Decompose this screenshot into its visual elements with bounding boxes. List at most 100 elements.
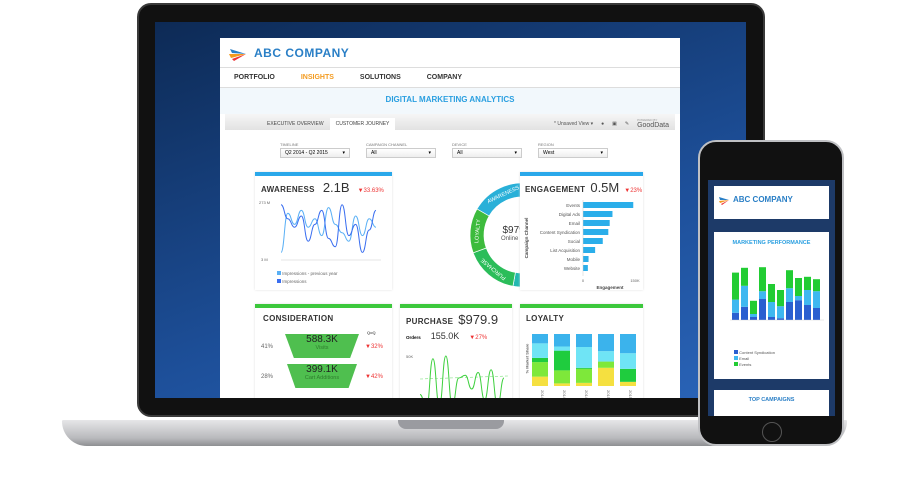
legend-item[interactable]: Impressions - previous year xyxy=(277,270,338,278)
x-tick: 2015 xyxy=(628,390,633,398)
stack-segment xyxy=(532,376,548,386)
tab-customer-journey[interactable]: CUSTOMER JOURNEY xyxy=(329,118,396,130)
engagement-card: ENGAGEMENT 0.5M ▼23% Events Digital Ads Em… xyxy=(520,172,643,290)
phone-header: ABC COMPANY xyxy=(714,186,829,219)
engagement-value: 0.5M xyxy=(590,180,620,195)
stack-segment xyxy=(795,300,802,320)
stack-segment xyxy=(620,368,636,382)
x-tick: 2014 xyxy=(584,390,589,398)
phone-company-name[interactable]: ABC COMPANY xyxy=(733,195,793,204)
laptop-screen: ABC COMPANY PORTFOLIO INSIGHTS SOLUTIONS… xyxy=(155,22,746,398)
gooddata-logo: POWERED BY GoodData xyxy=(637,118,669,129)
legend-item[interactable]: Events xyxy=(734,362,775,368)
filter-select[interactable]: West ▾ xyxy=(538,148,608,158)
phone-frame: ABC COMPANY MARKETING PERFORMANCE Conten… xyxy=(698,140,844,446)
edit-icon[interactable]: ✎ xyxy=(625,121,629,127)
chevron-down-icon: ▾ xyxy=(428,150,431,156)
marketing-performance-card: MARKETING PERFORMANCE Content Syndicatio… xyxy=(714,232,829,379)
stack-segment xyxy=(750,317,757,320)
filter-select[interactable]: All ▾ xyxy=(452,148,522,158)
stack-segment xyxy=(532,334,548,344)
phone-chart-title: MARKETING PERFORMANCE xyxy=(732,240,811,246)
top-campaigns-header[interactable]: TOP CAMPAIGNS xyxy=(714,390,829,416)
bar xyxy=(583,256,589,262)
nav-solutions[interactable]: SOLUTIONS xyxy=(360,74,401,81)
engagement-change: ▼23% xyxy=(624,188,643,194)
company-name[interactable]: ABC COMPANY xyxy=(254,46,349,60)
x-tick: 0 xyxy=(582,278,585,283)
legend-item[interactable]: Impressions xyxy=(277,278,338,286)
stack-segment xyxy=(759,267,766,292)
orders-value: 155.0K xyxy=(430,331,460,341)
funnel-stage[interactable]: 399.1K Cart Additions xyxy=(287,364,357,388)
stack-segment xyxy=(576,382,592,386)
filter-select[interactable]: All ▾ xyxy=(366,148,436,158)
filter-region: REGION West ▾ xyxy=(538,142,608,158)
purchase-line-chart xyxy=(420,355,509,398)
engagement-title: ENGAGEMENT xyxy=(525,185,586,194)
stack-segment xyxy=(804,290,811,305)
stack-segment xyxy=(532,343,548,358)
company-logo-icon xyxy=(719,196,729,205)
bar xyxy=(583,238,603,244)
stack-segment xyxy=(598,334,614,352)
category-label: Digital Ads xyxy=(559,212,581,217)
awareness-change: ▼33.63% xyxy=(357,188,384,194)
dashboard: ABC COMPANY PORTFOLIO INSIGHTS SOLUTIONS… xyxy=(220,38,680,398)
filter-campaign-channel: CAMPAIGN CHANNEL All ▾ xyxy=(366,142,436,158)
stack-segment xyxy=(813,291,820,308)
nav-portfolio[interactable]: PORTFOLIO xyxy=(234,74,275,81)
series-line-0 xyxy=(281,207,377,253)
trend-line xyxy=(420,375,509,380)
category-label: Content Syndication xyxy=(540,230,581,235)
laptop-notch xyxy=(398,420,504,429)
company-logo-icon xyxy=(229,48,246,61)
tab-executive-overview[interactable]: EXECUTIVE OVERVIEW xyxy=(261,118,330,130)
filter-timeline: TIMELINE Q2 2014 - Q2 2015 ▾ xyxy=(280,142,350,158)
loyalty-card: LOYALTY % Market Share 2014 2014 2014 2015 2… xyxy=(520,304,643,398)
category-label: Mobile xyxy=(567,257,581,262)
purchase-title: PURCHASE xyxy=(406,317,454,326)
filters: TIMELINE Q2 2014 - Q2 2015 ▾ CAMPAIGN CHANN… xyxy=(220,130,680,158)
stack-segment xyxy=(786,288,793,302)
stack-segment xyxy=(759,291,766,299)
bar xyxy=(583,265,588,271)
nav-insights[interactable]: INSIGHTS xyxy=(301,74,334,81)
main-nav: PORTFOLIO INSIGHTS SOLUTIONS COMPANY xyxy=(220,68,680,88)
stack-segment xyxy=(576,368,592,383)
print-icon[interactable]: ▣ xyxy=(612,121,617,127)
filter-select[interactable]: Q2 2014 - Q2 2015 ▾ xyxy=(280,148,350,158)
stack-segment xyxy=(732,312,739,320)
saved-view-dropdown[interactable]: * Unsaved View ▾ xyxy=(554,121,593,127)
consideration-card: CONSIDERATION QoQ 41% 588.3K Visits ▼32% … xyxy=(255,304,392,398)
home-button[interactable] xyxy=(762,422,782,442)
purchase-card: PURCHASE $979.9 Orders 155.0K ▼27% 50K xyxy=(400,304,512,398)
stack-segment xyxy=(576,334,592,347)
stack-segment xyxy=(813,308,820,320)
stack-segment xyxy=(795,296,802,301)
awareness-title: AWARENESS xyxy=(261,185,315,194)
stack-segment xyxy=(741,267,748,286)
orders-line xyxy=(420,355,505,398)
page-title: DIGITAL MARKETING ANALYTICS xyxy=(220,88,680,114)
bar xyxy=(583,229,609,235)
awareness-card: AWARENESS 2.1B ▼33.63% 273 M 3 M Impress… xyxy=(255,172,392,290)
x-axis-label: Engagement xyxy=(596,285,624,290)
awareness-legend: Impressions - previous year Impressions xyxy=(277,270,338,286)
stack-segment xyxy=(768,302,775,317)
bar xyxy=(583,202,634,208)
stack-segment xyxy=(804,276,811,290)
stack-segment xyxy=(576,367,592,369)
series-line-1 xyxy=(281,204,377,253)
stack-segment xyxy=(620,381,636,386)
qoq-change: ▼42% xyxy=(365,374,383,380)
nav-company[interactable]: COMPANY xyxy=(427,74,462,81)
clock-icon[interactable]: ● xyxy=(601,121,604,127)
stack-segment xyxy=(777,318,784,320)
x-tick: 2014 xyxy=(540,390,545,398)
stack-segment xyxy=(598,367,614,386)
stack-segment xyxy=(554,334,570,347)
stack-segment xyxy=(750,300,757,314)
funnel-stage[interactable]: 588.3K Visits xyxy=(285,334,359,358)
phone-screen: ABC COMPANY MARKETING PERFORMANCE Conten… xyxy=(708,180,835,416)
